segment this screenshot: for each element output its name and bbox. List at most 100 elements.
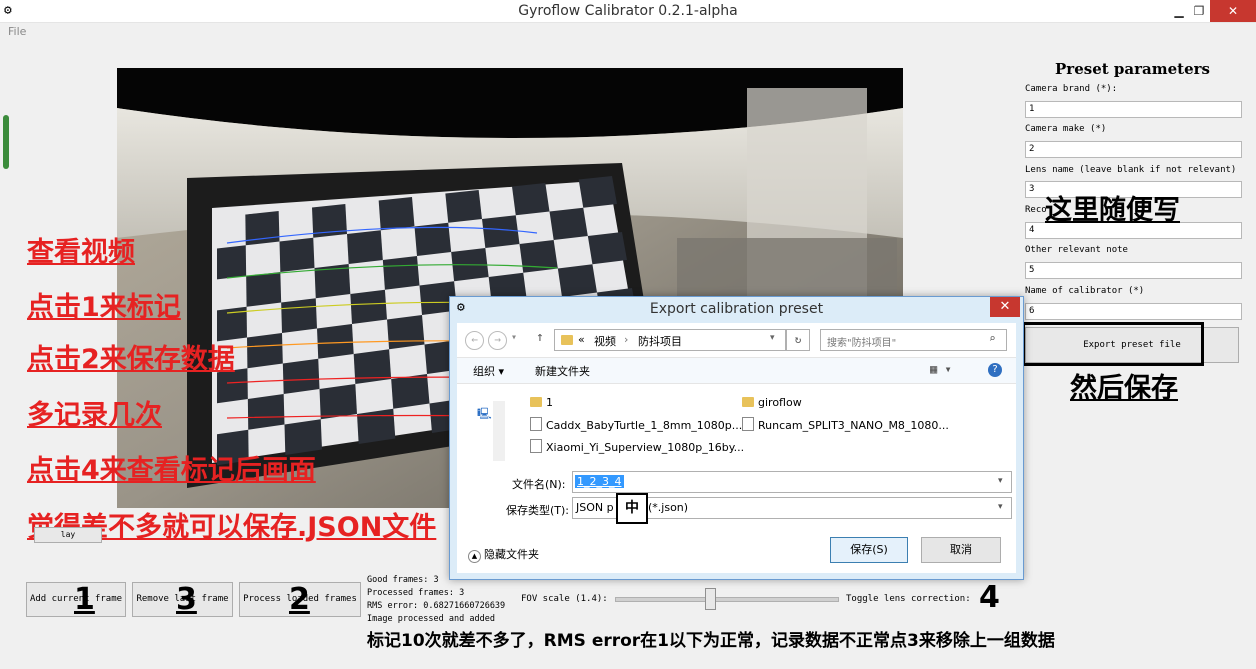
search-placeholder: 搜索"防抖项目" bbox=[827, 338, 897, 349]
filename-input[interactable]: 1_2_3_4 ▾ bbox=[572, 471, 1012, 493]
checker-square bbox=[382, 256, 420, 290]
note-click-1: 点击1来标记 bbox=[27, 292, 181, 323]
bottom-instruction-note: 标记10次就差不多了，RMS error在1以下为正常，记录数据不正常点3来移除… bbox=[367, 631, 1055, 651]
note-record-more: 多记录几次 bbox=[27, 400, 162, 431]
other-note-input[interactable]: 5 bbox=[1025, 262, 1242, 279]
menu-file[interactable]: File bbox=[8, 25, 26, 38]
new-folder-button[interactable]: 新建文件夹 bbox=[535, 363, 590, 379]
back-icon[interactable]: ← bbox=[465, 331, 484, 350]
save-button[interactable]: 保存(S) bbox=[830, 537, 908, 563]
calibrator-name-input[interactable]: 6 bbox=[1025, 303, 1242, 320]
filetype-dropdown-icon[interactable]: ▾ bbox=[998, 502, 1003, 512]
checker-square bbox=[512, 183, 550, 216]
fov-slider-handle[interactable] bbox=[705, 588, 717, 610]
forward-icon[interactable]: → bbox=[488, 331, 507, 350]
address-dropdown-icon[interactable]: ▾ bbox=[770, 333, 775, 343]
menu-bar bbox=[0, 22, 1256, 42]
checker-square bbox=[281, 298, 317, 333]
file-item-folder-giroflow[interactable]: giroflow bbox=[742, 396, 802, 409]
filetype-value-right: (*.json) bbox=[648, 501, 689, 514]
search-input[interactable]: 搜索"防抖项目" ⌕ bbox=[820, 329, 1007, 351]
dialog-body: ← → ▾ ↑ « 视频 › 防抖项目 ▾ ↻ 搜索"防抖项目" ⌕ 组织 ▾ … bbox=[457, 323, 1016, 573]
filetype-value-left: JSON p bbox=[576, 501, 614, 514]
camera-make-input[interactable]: 2 bbox=[1025, 141, 1242, 158]
hide-folders-toggle[interactable]: ▲ 隐藏文件夹 bbox=[468, 546, 539, 563]
up-icon[interactable]: ↑ bbox=[536, 330, 544, 345]
file-item-caddx[interactable]: Caddx_BabyTurtle_1_8mm_1080p... bbox=[530, 417, 742, 432]
fov-scale-label: FOV scale (1.4): bbox=[521, 594, 608, 604]
note-write-anything: 这里随便写 bbox=[1045, 195, 1180, 226]
note-click-4: 点击4来查看标记后画面 bbox=[27, 455, 316, 486]
nav-scrollbar[interactable] bbox=[493, 401, 505, 461]
collapse-icon: ▲ bbox=[468, 550, 481, 563]
checker-square bbox=[350, 289, 387, 324]
checker-square bbox=[357, 408, 396, 444]
checker-square bbox=[217, 245, 247, 280]
image-status-text: Image processed and added bbox=[367, 614, 495, 624]
refresh-icon[interactable]: ↻ bbox=[786, 329, 810, 351]
history-dropdown-icon[interactable]: ▾ bbox=[511, 332, 517, 343]
checker-square bbox=[347, 230, 383, 264]
note-watch-video: 查看视频 bbox=[27, 237, 135, 268]
note-then-save: 然后保存 bbox=[1070, 373, 1178, 404]
ime-indicator[interactable]: 中 bbox=[616, 493, 648, 524]
checker-square bbox=[247, 333, 283, 369]
preset-title: Preset parameters bbox=[1055, 60, 1210, 78]
folder-icon bbox=[742, 397, 754, 407]
search-icon: ⌕ bbox=[989, 332, 996, 345]
file-icon bbox=[742, 417, 754, 431]
file-icon bbox=[530, 439, 542, 453]
checker-square bbox=[247, 394, 285, 430]
address-folder-icon bbox=[561, 335, 573, 345]
address-bar[interactable]: « 视频 › 防抖项目 ▾ bbox=[554, 329, 786, 351]
filename-dropdown-icon[interactable]: ▾ bbox=[998, 476, 1003, 486]
organize-menu[interactable]: 组织 ▾ bbox=[473, 363, 504, 379]
processed-frames-text: Processed frames: 3 bbox=[367, 588, 465, 598]
checker-square bbox=[387, 315, 425, 350]
window-close-button[interactable]: ✕ bbox=[1210, 0, 1256, 22]
dialog-close-button[interactable]: ✕ bbox=[990, 297, 1020, 317]
path-segment-videos[interactable]: 视频 bbox=[594, 333, 616, 349]
help-icon[interactable]: ? bbox=[988, 363, 1002, 377]
filename-label: 文件名(N): bbox=[512, 478, 566, 491]
path-separator-icon: › bbox=[624, 333, 629, 346]
path-segment-project[interactable]: 防抖项目 bbox=[638, 333, 682, 349]
other-note-label: Other relevant note bbox=[1025, 245, 1128, 255]
filename-value: 1_2_3_4 bbox=[575, 475, 624, 488]
step-number-2: 2 bbox=[289, 582, 310, 617]
rms-error-text: RMS error: 0.68271660726639 bbox=[367, 601, 506, 611]
checker-square bbox=[282, 358, 320, 394]
calibrator-name-label: Name of calibrator (*) bbox=[1025, 286, 1145, 296]
camera-make-label: Camera make (*) bbox=[1025, 124, 1107, 134]
camera-brand-input[interactable]: 1 bbox=[1025, 101, 1242, 118]
file-icon bbox=[530, 417, 542, 431]
checker-square bbox=[445, 190, 482, 223]
checker-square bbox=[246, 272, 282, 307]
good-frames-text: Good frames: 3 bbox=[367, 575, 439, 585]
export-highlight-box bbox=[1022, 322, 1204, 366]
view-options-icon[interactable]: ▦ ▾ bbox=[930, 362, 952, 376]
path-prefix: « bbox=[578, 333, 585, 346]
step-number-1: 1 bbox=[74, 582, 95, 617]
cancel-button[interactable]: 取消 bbox=[921, 537, 1001, 563]
filetype-label: 保存类型(T): bbox=[506, 504, 570, 517]
side-slider[interactable] bbox=[3, 115, 9, 169]
toggle-correction-label[interactable]: Toggle lens correction: bbox=[846, 594, 971, 604]
fov-slider-track[interactable] bbox=[615, 597, 839, 602]
lens-name-label: Lens name (leave blank if not relevant) bbox=[1025, 165, 1237, 175]
checker-square bbox=[317, 324, 354, 359]
checker-square bbox=[482, 215, 520, 248]
camera-brand-label: Camera brand (*): bbox=[1025, 84, 1118, 94]
step-number-3: 3 bbox=[176, 582, 197, 617]
checker-square bbox=[378, 197, 415, 231]
computer-icon[interactable]: 🖳 bbox=[477, 405, 492, 424]
checker-square bbox=[353, 349, 392, 384]
export-dialog: ⚙ Export calibration preset ✕ ← → ▾ ↑ « … bbox=[449, 296, 1024, 580]
file-item-xiaomi[interactable]: Xiaomi_Yi_Superview_1080p_16by... bbox=[530, 439, 744, 454]
file-item-folder-1[interactable]: 1 bbox=[530, 396, 553, 409]
file-item-runcam[interactable]: Runcam_SPLIT3_NANO_M8_1080... bbox=[742, 417, 949, 432]
checker-square bbox=[279, 237, 315, 272]
step-number-4: 4 bbox=[979, 580, 1000, 615]
play-button[interactable]: lay bbox=[34, 527, 102, 543]
checker-square bbox=[587, 232, 627, 265]
